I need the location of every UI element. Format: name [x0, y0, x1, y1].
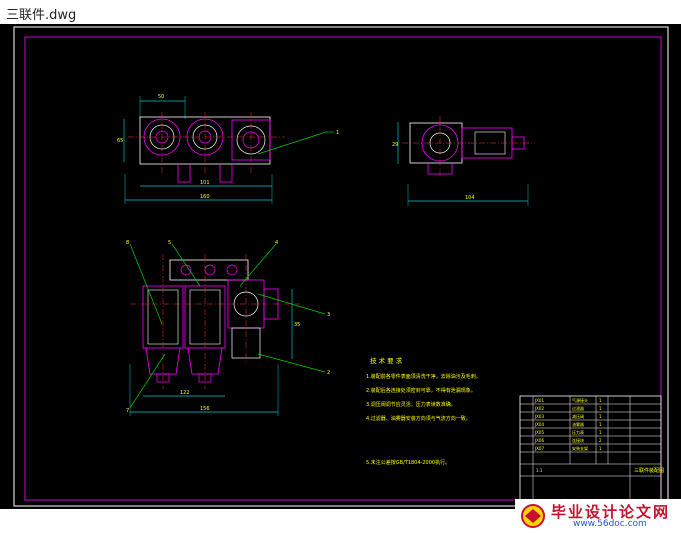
dim-front-a: 122 [180, 390, 190, 396]
tb-code-5: JX05 [534, 430, 544, 435]
tb-name-1: 气源接头 [572, 397, 588, 403]
tech-title: 技 术 要 求 [370, 356, 403, 365]
title-block: JX01 气源接头 1 JX02 过滤器 1 JX03 减压阀 1 JX04 油… [519, 395, 664, 501]
tb-name-4: 油雾器 [572, 421, 584, 427]
tb-code-4: JX04 [534, 422, 544, 427]
callout-1-top: 1 [336, 130, 339, 136]
tech-item-1: 1.装配前各零件表面须清洗干净，去除油污及毛刺。 [366, 373, 481, 380]
tb-code-7: JX07 [534, 446, 544, 451]
file-title: 三联件.dwg [6, 8, 77, 23]
tb-qty-5: 1 [599, 430, 602, 435]
tb-name-6: 连接块 [572, 437, 584, 443]
window-titlebar: 三联件.dwg [0, 0, 681, 24]
tb-name-3: 减压阀 [572, 413, 584, 419]
tb-qty-3: 1 [599, 414, 602, 419]
callout-3: 3 [327, 312, 330, 318]
callout-7: 7 [126, 408, 129, 414]
top-view: 50 65 101 160 1 [117, 94, 339, 204]
watermark-url: www.56doc.com [573, 519, 647, 529]
dim-overall-width: 160 [200, 194, 210, 200]
callout-2: 2 [327, 370, 330, 376]
tech-item-3: 3.调压阀调节应灵活，压力表读数准确。 [366, 401, 456, 408]
front-view: 122 156 35 8 5 4 3 2 7 [126, 240, 330, 416]
side-view: 104 29 [392, 116, 535, 206]
dim-front-b: 156 [200, 406, 210, 412]
dim-left-height: 65 [117, 138, 123, 144]
tb-qty-6: 2 [599, 438, 602, 443]
tb-qty-4: 1 [599, 422, 602, 427]
dim-mid-width: 101 [200, 180, 210, 186]
dim-front-height: 35 [294, 322, 300, 328]
callout-8: 8 [126, 240, 129, 246]
tb-name-5: 压力表 [572, 429, 584, 435]
tb-qty-7: 1 [599, 446, 602, 451]
dim-top-width: 50 [158, 94, 164, 100]
tb-name-2: 过滤器 [572, 405, 584, 411]
dim-side-height: 29 [392, 142, 398, 148]
drawing-canvas[interactable]: 50 65 101 160 1 104 29 122 156 35 8 5 4 … [0, 24, 681, 533]
tech-item-2: 2.装配后各连接处须密封可靠，不得有泄漏现象。 [366, 387, 476, 394]
callout-4: 4 [275, 240, 278, 246]
tb-qty-2: 1 [599, 406, 602, 411]
tb-scale: 1:1 [536, 468, 543, 473]
tb-code-2: JX02 [534, 406, 544, 411]
watermark-banner: 毕业设计论文网 www.56doc.com [515, 499, 681, 533]
inner-frame [24, 36, 662, 501]
tech-item-4: 4.过滤器、油雾器安装方向须与气流方向一致。 [366, 415, 471, 422]
cad-drawing: 50 65 101 160 1 104 29 122 156 35 8 5 4 … [13, 26, 669, 507]
tech-item-5: 5.未注公差按GB/T1804-2000执行。 [366, 459, 450, 466]
tb-drawing-title: 三联件装配图 [634, 467, 664, 474]
tb-code-3: JX03 [534, 414, 544, 419]
tech-requirements: 技 术 要 求 1.装配前各零件表面须清洗干净，去除油污及毛刺。 2.装配后各连… [366, 356, 481, 466]
watermark-logo-icon [521, 504, 545, 528]
callout-5: 5 [168, 240, 171, 246]
tb-name-7: 安装支架 [572, 445, 588, 451]
tb-qty-1: 1 [599, 398, 602, 403]
tb-code-6: JX06 [534, 438, 544, 443]
tb-code-1: JX01 [534, 398, 544, 403]
dim-side-width: 104 [465, 195, 475, 201]
